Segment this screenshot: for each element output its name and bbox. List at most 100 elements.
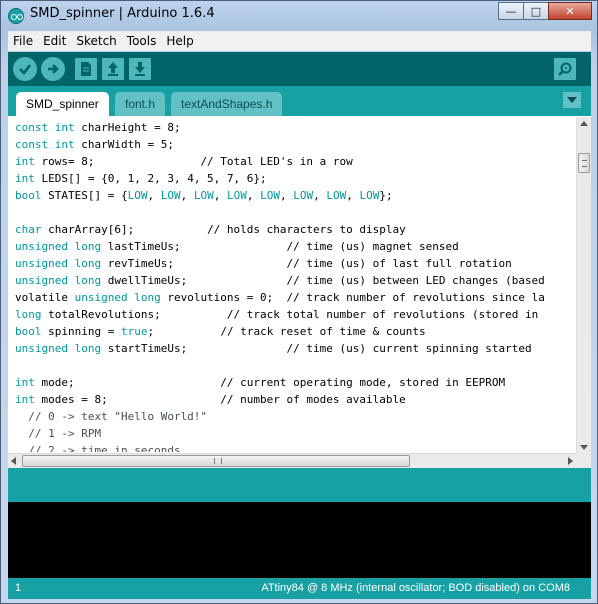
tab-font-h[interactable]: font.h [115, 92, 166, 116]
code-text-segment: revTimeUs; // time (us) of last full rot… [101, 257, 512, 270]
upload-icon [48, 64, 59, 74]
code-keyword: bool [15, 325, 42, 338]
code-text-segment: , [313, 189, 327, 202]
code-text-segment: LEDS[] = {0, 1, 2, 3, 4, 5, 7, 6}; [34, 172, 267, 185]
save-icon [135, 62, 145, 76]
code-text-segment: startTimeUs; // time (us) current spinni… [101, 342, 532, 355]
save-button[interactable] [129, 58, 151, 80]
code-text-segment: charHeight = 8; [74, 121, 181, 134]
code-keyword: int [15, 172, 35, 185]
menu-help[interactable]: Help [161, 34, 198, 48]
code-literal: LOW [293, 189, 314, 202]
minimize-button[interactable]: — [498, 2, 524, 20]
code-editor[interactable]: const int charHeight = 8; const int charW… [8, 116, 591, 454]
code-text-segment: STATES[] = { [41, 189, 128, 202]
code-line[interactable]: int mode; // current operating mode, sto… [15, 374, 575, 391]
code-line[interactable]: char charArray[6]; // holds characters t… [15, 221, 575, 238]
code-line[interactable] [15, 357, 575, 374]
open-icon [108, 62, 118, 76]
code-text-segment: lastTimeUs; // time (us) magnet sensed [101, 240, 459, 253]
menu-edit[interactable]: Edit [38, 34, 71, 48]
code-literal: LOW [359, 189, 380, 202]
code-line[interactable]: unsigned long revTimeUs; // time (us) of… [15, 255, 575, 272]
verify-icon [19, 64, 32, 75]
code-text-segment: , [180, 189, 194, 202]
code-literal: LOW [127, 189, 148, 202]
title-bar[interactable]: SMD_spinner | Arduino 1.6.4 — □ ✕ [1, 1, 597, 30]
scroll-right-icon[interactable] [568, 457, 573, 465]
code-keyword: unsigned long [15, 342, 102, 355]
status-line-number: 1 [15, 582, 22, 594]
code-text-segment: , [147, 189, 161, 202]
code-text-segment: rows= 8; // Total LED's in a row [34, 155, 353, 168]
code-line[interactable]: bool STATES[] = {LOW, LOW, LOW, LOW, LOW… [15, 187, 575, 204]
code-keyword: char [15, 223, 42, 236]
code-text[interactable]: const int charHeight = 8; const int charW… [15, 119, 575, 452]
code-line[interactable]: unsigned long startTimeUs; // time (us) … [15, 340, 575, 357]
toolbar [8, 52, 591, 86]
code-literal: true [120, 325, 148, 338]
code-line[interactable]: int LEDS[] = {0, 1, 2, 3, 4, 5, 7, 6}; [15, 170, 575, 187]
tab-smd-spinner[interactable]: SMD_spinner [16, 92, 109, 116]
code-keyword: unsigned long [15, 274, 102, 287]
status-bar: 1 ATtiny84 @ 8 MHz (internal oscillator;… [8, 578, 591, 599]
code-text-segment: spinning = [41, 325, 121, 338]
vertical-scroll-thumb[interactable] [578, 153, 590, 173]
menu-sketch[interactable]: Sketch [71, 34, 121, 48]
code-line[interactable]: int modes = 8; // number of modes availa… [15, 391, 575, 408]
serial-monitor-button[interactable] [554, 58, 576, 80]
horizontal-scroll-thumb[interactable] [22, 455, 410, 467]
code-line[interactable]: long totalRevolutions; // track total nu… [15, 306, 575, 323]
code-text-segment: }; [379, 189, 393, 202]
scroll-down-icon[interactable] [580, 445, 588, 450]
code-text-segment: revolutions = 0; // track number of revo… [160, 291, 545, 304]
open-button[interactable] [102, 58, 124, 80]
code-keyword: unsigned long [74, 291, 161, 304]
code-keyword: int [15, 393, 35, 406]
scrollbar-corner [576, 453, 591, 468]
code-text-segment: charArray[6]; // holds characters to dis… [41, 223, 406, 236]
new-button[interactable] [75, 58, 97, 80]
scroll-up-icon[interactable] [580, 121, 588, 126]
console-output[interactable] [8, 502, 591, 578]
code-line[interactable]: const int charWidth = 5; [15, 136, 575, 153]
code-line[interactable]: // 2 -> time in seconds [15, 442, 575, 452]
tab-menu-button[interactable] [563, 92, 581, 108]
code-text-segment: // 1 -> RPM [15, 427, 102, 440]
menu-file[interactable]: File [8, 34, 38, 48]
menu-bar: File Edit Sketch Tools Help [8, 31, 591, 51]
maximize-button[interactable]: □ [523, 2, 549, 20]
code-text-segment: mode; // current operating mode, stored … [34, 376, 506, 389]
code-line[interactable]: // 1 -> RPM [15, 425, 575, 442]
code-line[interactable]: // 0 -> text "Hello World!" [15, 408, 575, 425]
code-line[interactable]: const int charHeight = 8; [15, 119, 575, 136]
window-controls: — □ ✕ [498, 2, 592, 20]
code-keyword: unsigned long [15, 257, 102, 270]
code-line[interactable]: unsigned long lastTimeUs; // time (us) m… [15, 238, 575, 255]
arduino-window: SMD_spinner | Arduino 1.6.4 — □ ✕ File E… [0, 0, 598, 604]
code-line[interactable]: bool spinning = true; // track reset of … [15, 323, 575, 340]
status-board-info: ATtiny84 @ 8 MHz (internal oscillator; B… [261, 582, 570, 594]
code-text-segment: dwellTimeUs; // time (us) between LED ch… [101, 274, 545, 287]
scroll-left-icon[interactable] [11, 457, 16, 465]
horizontal-scrollbar[interactable] [8, 453, 576, 468]
code-keyword: long [15, 308, 42, 321]
serial-monitor-icon [558, 62, 572, 76]
menu-tools[interactable]: Tools [122, 34, 162, 48]
code-keyword: int [15, 155, 35, 168]
code-text-segment: , [346, 189, 360, 202]
close-button[interactable]: ✕ [548, 2, 592, 20]
code-line[interactable]: int rows= 8; // Total LED's in a row [15, 153, 575, 170]
code-keyword: const int [15, 138, 75, 151]
code-literal: LOW [160, 189, 181, 202]
tab-textandshapes-h[interactable]: textAndShapes.h [171, 92, 283, 116]
verify-button[interactable] [13, 57, 37, 81]
arduino-logo-icon [8, 8, 24, 24]
code-line[interactable]: volatile unsigned long revolutions = 0; … [15, 289, 575, 306]
tab-bar: SMD_spinner font.h textAndShapes.h [8, 86, 591, 116]
code-line[interactable] [15, 204, 575, 221]
code-text-segment: volatile [15, 291, 75, 304]
code-line[interactable]: unsigned long dwellTimeUs; // time (us) … [15, 272, 575, 289]
vertical-scrollbar[interactable] [576, 117, 591, 454]
upload-button[interactable] [41, 57, 65, 81]
